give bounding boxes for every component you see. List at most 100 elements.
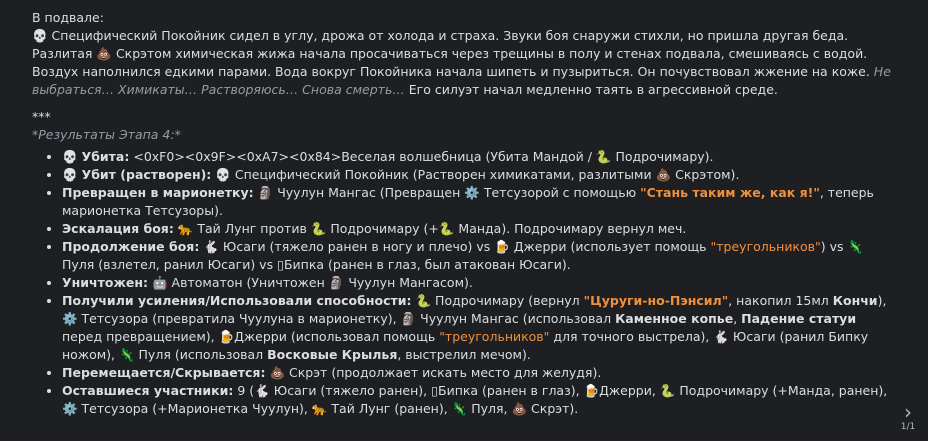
item-text: Чуулун Мангас (Превращен	[273, 185, 465, 200]
item-label: Убит (растворен):	[81, 167, 212, 182]
separator: ***	[32, 109, 51, 124]
poop-icon: 💩	[96, 46, 112, 61]
item-bold: Восковые Крылья	[267, 347, 398, 362]
item-text: ) vs	[820, 239, 848, 254]
item-quote: "треугольников"	[439, 329, 550, 344]
missing-glyph-icon: ▯	[431, 383, 438, 398]
beer-icon: 🍺	[583, 383, 600, 398]
gear-icon: ⚙️	[62, 311, 78, 326]
message-body: В подвале: 💀 Специфический Покойник сиде…	[32, 9, 892, 418]
item-text: Джерри (использовал помощь	[234, 329, 440, 344]
message-header: В подвале:	[32, 10, 104, 25]
item-text: , накопил 15мл	[728, 293, 833, 308]
list-item: 💀 Убит (растворен): 💀 Специфический Поко…	[62, 166, 892, 184]
item-text: Чуулун Мангас (использовал	[416, 311, 616, 326]
skull-icon: 💀	[62, 167, 78, 182]
item-text: , выстрелил мечом).	[397, 347, 531, 362]
item-text: Пуля (взлетел, ранил Юсаги) vs	[62, 257, 278, 272]
item-text: Тетсузора (+Марионетка Чуулун),	[77, 401, 312, 416]
lizard-icon: 🦎	[451, 401, 468, 416]
item-text: перед превращением),	[62, 329, 219, 344]
statue-icon: 🗿	[400, 311, 417, 326]
item-text: Тай Лунг против	[193, 221, 311, 236]
statue-icon: 🗿	[257, 185, 274, 200]
item-text: Тай Лунг (ранен),	[327, 401, 452, 416]
story-text: Его силуэт начал медленно таять в агресс…	[404, 82, 778, 97]
poop-icon: 💩	[269, 365, 286, 380]
beer-icon: 🍺	[494, 239, 510, 254]
item-label: Оставшиеся участники:	[62, 383, 234, 398]
beer-icon: 🍺	[218, 329, 235, 344]
item-bold: Кончи	[832, 293, 878, 308]
list-item: Оставшиеся участники: 9 (🐇 Юсаги (тяжело…	[62, 382, 892, 418]
skull-icon: 💀	[62, 149, 78, 164]
item-text: Специфический Покойник (Растворен химика…	[230, 167, 656, 182]
item-label: Продолжение боя:	[62, 239, 200, 254]
missing-glyph-icon: ▯	[277, 257, 284, 272]
item-text: для точного выстрела),	[549, 329, 714, 344]
item-text: Подрочимару (+	[326, 221, 439, 236]
snake-icon: 🐍	[415, 293, 432, 308]
page-counter: 1/1	[900, 422, 916, 432]
list-item: Получили усиления/Использовали способнос…	[62, 292, 892, 364]
item-label: Превращен в марионетку:	[62, 185, 254, 200]
item-text: Подрочимару).	[611, 149, 714, 164]
gear-icon: ⚙️	[464, 185, 480, 200]
item-text: Пуля (использовал	[134, 347, 268, 362]
item-text: Бипка (ранен в глаз, был атакован Юсаги)…	[283, 257, 571, 272]
chevron-right-icon[interactable]: ›	[897, 402, 919, 422]
item-label: Убита:	[81, 149, 130, 164]
item-text: Скрэт (продолжает искать место для желуд…	[285, 365, 602, 380]
item-quote: "Стань таким же, как я!"	[640, 185, 820, 200]
item-label: Эскалация боя:	[62, 221, 174, 236]
list-item: Перемещается/Скрывается: 💩 Скрэт (продол…	[62, 364, 892, 382]
item-text: Подрочимару (+Манда, ранен),	[675, 383, 888, 398]
item-text: Тетсузорой с помощью	[479, 185, 641, 200]
list-item: Уничтожен: 🤖 Автоматон (Уничтожен 🗿 Чуул…	[62, 274, 892, 292]
snake-icon: 🐍	[438, 221, 455, 236]
rabbit-icon: 🐇	[713, 329, 729, 344]
gear-icon: ⚙️	[62, 401, 78, 416]
item-text: Подрочимару (вернул	[431, 293, 584, 308]
item-bold: Падение статуи	[741, 311, 857, 326]
skull-icon: 💀	[215, 167, 231, 182]
story-text: Скрэтом химическая жижа начала просачива…	[32, 46, 874, 79]
robot-icon: 🤖	[151, 275, 168, 290]
list-item: Превращен в марионетку: 🗿 Чуулун Мангас …	[62, 184, 892, 220]
snake-icon: 🐍	[310, 221, 327, 236]
snake-icon: 🐍	[659, 383, 676, 398]
item-text: Манда). Подрочимару вернул меч.	[454, 221, 687, 236]
item-text: Юсаги (тяжело ранен в ногу и плечо) vs	[218, 239, 495, 254]
item-text: Тетсузора (превратила Чуулуна в марионет…	[77, 311, 401, 326]
skull-icon: 💀	[32, 28, 48, 43]
leopard-icon: 🐆	[311, 401, 328, 416]
poop-icon: 💩	[511, 401, 528, 416]
item-text: Джерри,	[599, 383, 660, 398]
item-text: 9 (	[233, 383, 255, 398]
story-paragraph: 💀 Специфический Покойник сидел в углу, д…	[32, 27, 892, 99]
lizard-icon: 🦎	[847, 239, 864, 254]
item-text: Автоматон (Уничтожен	[167, 275, 329, 290]
item-text: Джерри (использует помощь	[509, 239, 711, 254]
list-item: Эскалация боя: 🐆 Тай Лунг против 🐍 Подро…	[62, 220, 892, 238]
results-list: 💀 Убита: <0xF0><0x9F><0xA7><0x84>Веселая…	[32, 148, 892, 418]
item-text: Скрэтом).	[671, 167, 740, 182]
item-text: Пуля,	[467, 401, 512, 416]
item-text: <0xF0><0x9F><0xA7><0x84>Веселая волшебни…	[129, 149, 596, 164]
lizard-icon: 🦎	[118, 347, 135, 362]
item-text: ),	[877, 293, 887, 308]
snake-icon: 🐍	[595, 149, 612, 164]
item-text: ,	[733, 311, 742, 326]
results-heading: *Результаты Этапа 4:*	[32, 127, 181, 142]
item-quote: "треугольников"	[710, 239, 821, 254]
leopard-icon: 🐆	[177, 221, 194, 236]
item-label: Получили усиления/Использовали способнос…	[62, 293, 412, 308]
statue-icon: 🗿	[328, 275, 345, 290]
item-bold: Каменное копье	[615, 311, 734, 326]
item-label: Перемещается/Скрывается:	[62, 365, 266, 380]
item-quote: "Цуруги-но-Пэнсил"	[583, 293, 729, 308]
item-text: Бипка (ранен в глаз),	[438, 383, 584, 398]
rabbit-icon: 🐇	[203, 239, 219, 254]
item-label: Уничтожен:	[62, 275, 148, 290]
rabbit-icon: 🐇	[254, 383, 270, 398]
